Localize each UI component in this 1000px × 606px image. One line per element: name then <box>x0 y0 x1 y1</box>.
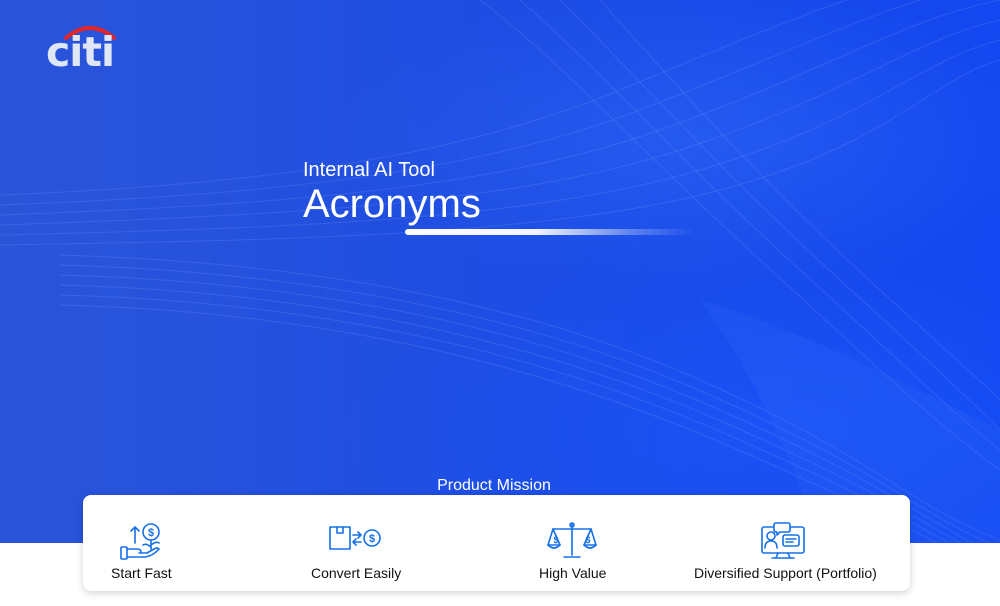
feature-high-value: $ $ High Value <box>539 495 619 591</box>
hero-banner: citi Internal AI Tool Acronyms Product M… <box>0 0 1000 543</box>
feature-label: Diversified Support (Portfolio) <box>694 565 877 581</box>
title-underline <box>405 229 695 235</box>
monitor-support-chat-icon <box>761 522 805 559</box>
svg-text:$: $ <box>369 533 375 545</box>
feature-label: High Value <box>539 565 607 581</box>
svg-text:$: $ <box>148 527 154 539</box>
wave-background <box>0 0 1000 543</box>
product-mission-label: Product Mission <box>437 477 551 494</box>
box-exchange-dollar-icon: $ <box>329 526 381 550</box>
feature-label: Convert Easily <box>311 565 402 581</box>
mission-card: $ Start Fast $ Convert Easily $ $ High V… <box>83 495 910 591</box>
hero-subtitle: Internal AI Tool <box>303 159 435 181</box>
hero-title: Acronyms <box>303 182 481 226</box>
feature-diversified-support: Diversified Support (Portfolio) <box>694 495 884 591</box>
feature-convert-easily: $ Convert Easily <box>311 495 431 591</box>
svg-text:$: $ <box>585 535 590 545</box>
hand-coin-growth-icon: $ <box>120 523 160 560</box>
balance-scale-dollar-icon: $ $ <box>547 522 597 558</box>
logo-text: citi <box>46 28 115 76</box>
feature-label: Start Fast <box>111 565 172 581</box>
feature-start-fast: $ Start Fast <box>111 495 211 591</box>
citi-logo: citi <box>46 24 118 76</box>
svg-text:$: $ <box>553 535 558 545</box>
